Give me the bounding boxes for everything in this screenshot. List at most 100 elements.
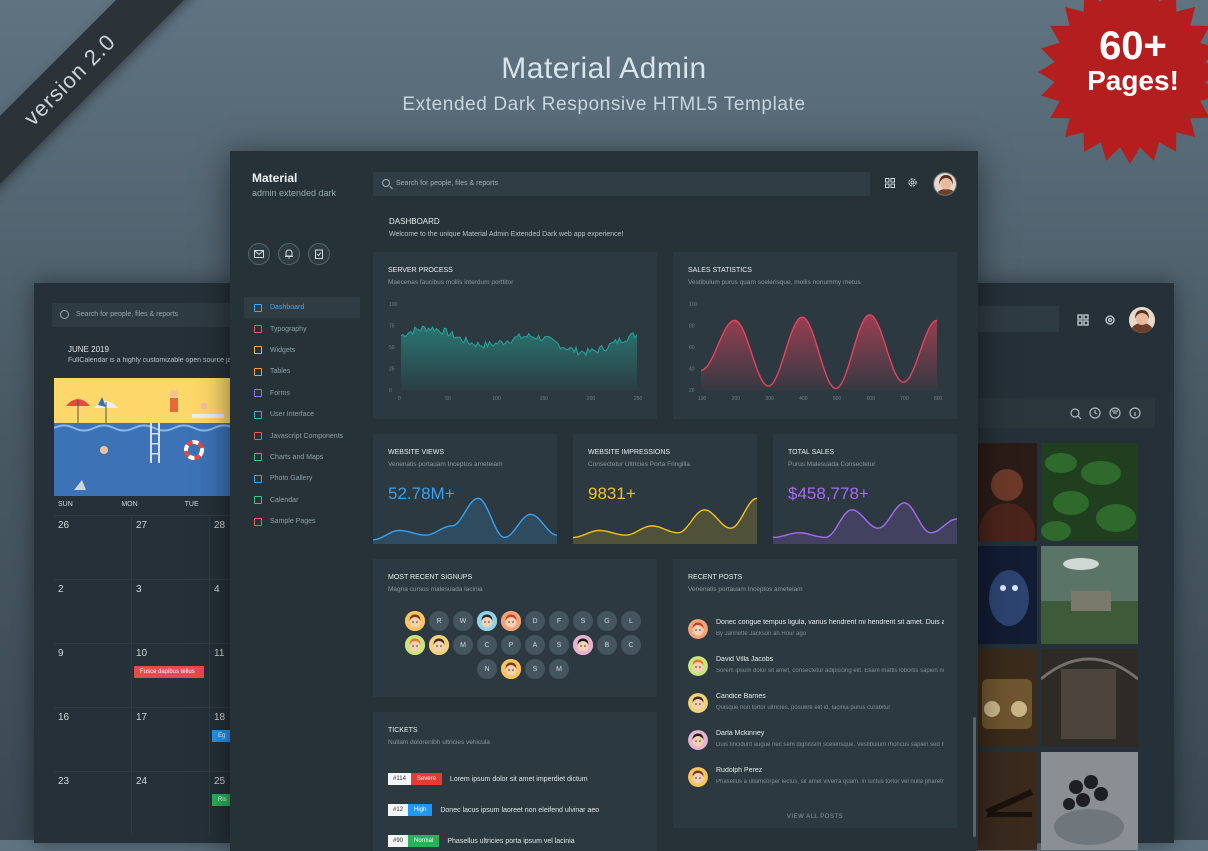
apps-grid-icon[interactable] <box>885 177 895 188</box>
signup-avatar[interactable]: N <box>477 659 497 679</box>
gallery-search-input[interactable] <box>975 306 1059 332</box>
gallery-photo[interactable] <box>1041 752 1138 850</box>
post-item[interactable]: Candice Barnes Quisque non tortor ultric… <box>688 693 948 717</box>
signup-avatar[interactable]: G <box>597 611 617 631</box>
scrollbar[interactable] <box>973 717 976 837</box>
sidebar-item-photo-gallery[interactable]: Photo Gallery <box>244 468 360 489</box>
pages-badge: 60+ Pages! <box>1018 0 1208 168</box>
ticket-item[interactable]: #90 Normal Phasellus ultricies porta ips… <box>388 835 575 847</box>
gallery-icon <box>254 474 262 483</box>
card-title: RECENT POSTS <box>688 574 743 581</box>
signup-avatar[interactable] <box>405 635 425 655</box>
gear-icon[interactable] <box>907 177 918 188</box>
gallery-photo[interactable] <box>1041 443 1138 541</box>
signup-avatar[interactable] <box>501 659 521 679</box>
forms-icon <box>254 389 262 398</box>
gallery-photo[interactable] <box>977 546 1037 644</box>
gallery-photo[interactable] <box>1041 649 1138 747</box>
signup-avatar[interactable] <box>501 611 521 631</box>
y-tick-label: 100 <box>689 302 698 308</box>
calendar-day[interactable]: 24 <box>132 772 210 835</box>
post-item[interactable]: Rudolph Perez Phasellus a ullamcorper le… <box>688 767 948 791</box>
signup-avatar[interactable]: S <box>573 611 593 631</box>
calendar-day[interactable]: 16 <box>54 708 132 771</box>
sidebar-item-calendar[interactable]: Calendar <box>244 490 360 511</box>
sidebar-item-label: Widgets <box>270 346 296 354</box>
top-toolbar <box>885 177 918 188</box>
post-item[interactable]: David Villa Jacobs Sorem ipsum dolor sit… <box>688 656 948 680</box>
calendar-event[interactable]: Fusce dapibus tellus <box>134 666 204 678</box>
notifications-button[interactable] <box>278 243 300 265</box>
sidebar-item-user-interface[interactable]: User Interface <box>244 404 360 425</box>
signup-avatar[interactable]: S <box>549 635 569 655</box>
signup-row: RW DFSGL <box>403 611 643 631</box>
gallery-photo[interactable] <box>977 752 1037 850</box>
calendar-day[interactable]: 9 <box>54 644 132 707</box>
ticket-item[interactable]: #114 Severe Lorem ipsum dolor sit amet i… <box>388 773 588 785</box>
calendar-day[interactable]: 23 <box>54 772 132 835</box>
gallery-photo[interactable] <box>1041 546 1138 644</box>
calendar-day[interactable]: 27 <box>132 516 210 579</box>
signup-avatar[interactable]: D <box>525 611 545 631</box>
gallery-top-icons <box>1077 314 1115 326</box>
card-subtitle: Purus Malesuada Consectetur <box>788 461 876 468</box>
signup-avatar[interactable] <box>573 635 593 655</box>
tasks-button[interactable] <box>308 243 330 265</box>
server-process-card: SERVER PROCESS Maecenas faucibus mollis … <box>373 252 657 419</box>
ticket-text: Phasellus ultricies porta ipsum vel laci… <box>447 837 575 845</box>
sidebar-item-javascript-components[interactable]: Javascript Components <box>244 425 360 446</box>
signup-avatar[interactable]: C <box>621 635 641 655</box>
signup-avatars: RWDFSGLMCPASBCNSM <box>403 611 643 683</box>
website-impressions-sparkline <box>573 497 757 544</box>
y-tick-label: 75 <box>389 324 395 330</box>
sidebar-nav: Dashboard Typography Widgets Tables Forms Use… <box>244 297 360 532</box>
signup-avatar[interactable]: F <box>549 611 569 631</box>
signup-avatar[interactable]: P <box>501 635 521 655</box>
sidebar-item-tables[interactable]: Tables <box>244 361 360 382</box>
signup-avatar[interactable] <box>477 611 497 631</box>
signup-avatar[interactable]: C <box>477 635 497 655</box>
search-icon <box>382 179 390 187</box>
sidebar-item-dashboard[interactable]: Dashboard <box>244 297 360 319</box>
website-views-sparkline <box>373 497 557 544</box>
calendar-day[interactable]: 17 <box>132 708 210 771</box>
search-input[interactable]: Search for people, files & reports <box>373 172 870 196</box>
signup-avatar[interactable]: R <box>429 611 449 631</box>
view-all-posts-link[interactable]: VIEW ALL POSTS <box>673 814 957 820</box>
signup-avatar[interactable]: M <box>549 659 569 679</box>
card-title: SALES STATISTICS <box>688 267 752 274</box>
calendar-day[interactable]: 3 <box>132 580 210 643</box>
sidebar-item-charts-and-maps[interactable]: Charts and Maps <box>244 447 360 468</box>
calendar-day[interactable]: 10 Fusce dapibus tellus <box>132 644 210 707</box>
calendar-search-input[interactable]: Search for people, files & reports <box>52 303 244 327</box>
signup-avatar[interactable]: B <box>597 635 617 655</box>
sidebar-item-sample-pages[interactable]: Sample Pages <box>244 511 360 532</box>
quick-actions <box>248 243 330 265</box>
signup-avatar[interactable] <box>429 635 449 655</box>
post-item[interactable]: Darla Mckinney Duis tincidunt augue nec … <box>688 730 948 754</box>
messages-button[interactable] <box>248 243 270 265</box>
sidebar-item-typography[interactable]: Typography <box>244 318 360 339</box>
signup-avatar[interactable]: A <box>525 635 545 655</box>
signup-avatar[interactable]: S <box>525 659 545 679</box>
signup-avatar[interactable]: W <box>453 611 473 631</box>
user-avatar <box>688 767 708 787</box>
sidebar-item-label: Javascript Components <box>270 432 344 440</box>
sidebar-item-forms[interactable]: Forms <box>244 383 360 404</box>
calendar-day[interactable]: 26 <box>54 516 132 579</box>
sidebar-item-widgets[interactable]: Widgets <box>244 340 360 361</box>
ticket-item[interactable]: #12 High Donec lacus ipsum laoreet non e… <box>388 804 599 816</box>
pages-count: 60+ <box>1099 24 1167 68</box>
avatar[interactable] <box>1129 307 1155 333</box>
calendar-day[interactable]: 2 <box>54 580 132 643</box>
gallery-photo[interactable] <box>977 443 1037 541</box>
x-tick-label: 200 <box>587 396 596 402</box>
brand-title: Material <box>252 171 298 185</box>
avatar[interactable] <box>933 172 957 196</box>
signup-avatar[interactable] <box>405 611 425 631</box>
gallery-photo[interactable] <box>977 649 1037 747</box>
signup-avatar[interactable]: M <box>453 635 473 655</box>
tickets-card: TICKETS Nullam dolorenibh ultricies vehi… <box>373 712 657 851</box>
signup-avatar[interactable]: L <box>621 611 641 631</box>
post-item[interactable]: Donec congue tempus ligula, varius hendr… <box>688 619 948 643</box>
